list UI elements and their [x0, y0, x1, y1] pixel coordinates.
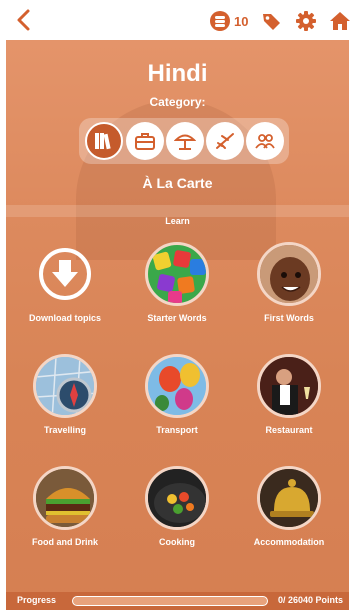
topic-label: Starter Words	[147, 313, 207, 323]
coin-count: 10	[234, 13, 249, 29]
gear-icon[interactable]	[295, 10, 317, 32]
category-travel-button[interactable]	[206, 122, 244, 160]
category-holiday-button[interactable]	[166, 122, 204, 160]
bell-image	[257, 466, 321, 530]
category-books-button[interactable]	[85, 122, 123, 160]
topic-first-words[interactable]: First Words	[234, 242, 344, 342]
language-title: Hindi	[147, 60, 208, 87]
category-label: Category:	[149, 95, 206, 109]
topic-label: Restaurant	[265, 425, 313, 435]
home-icon[interactable]	[329, 10, 351, 32]
wok-image	[145, 466, 209, 530]
topic-accommodation[interactable]: Accommodation	[234, 466, 344, 566]
topic-label: First Words	[264, 313, 314, 323]
airplane-icon	[216, 133, 234, 149]
people-icon	[255, 134, 275, 149]
section-label: Learn	[165, 216, 190, 226]
tag-icon[interactable]	[260, 10, 282, 32]
coin-stack-icon	[210, 11, 230, 31]
coin-balance[interactable]: 10	[210, 10, 248, 32]
top-bar: 10	[0, 0, 355, 40]
category-people-button[interactable]	[246, 122, 284, 160]
category-selector	[79, 118, 289, 164]
baby-image	[257, 242, 321, 306]
topic-transport[interactable]: Transport	[122, 354, 232, 454]
letters-image	[145, 242, 209, 306]
topic-label: Travelling	[43, 425, 87, 435]
topic-label: Download topics	[29, 313, 101, 323]
briefcase-icon	[135, 133, 155, 150]
burger-image	[33, 466, 97, 530]
progress-footer: Progress 0/ 26040 Points	[6, 592, 349, 610]
topic-label: Transport	[156, 425, 198, 435]
waiter-image	[257, 354, 321, 418]
topic-label: Food and Drink	[32, 537, 98, 547]
points-text: 0/ 26040 Points	[278, 595, 344, 605]
compass-map-image	[33, 354, 97, 418]
main-panel: Hindi Category: À La Carte Learn Downloa…	[6, 40, 349, 610]
hot-air-balloons-image	[145, 354, 209, 418]
progress-track	[72, 596, 268, 606]
topic-restaurant[interactable]: Restaurant	[234, 354, 344, 454]
download-icon	[39, 248, 91, 300]
topic-label: Cooking	[159, 537, 195, 547]
download-circle	[33, 242, 97, 306]
beach-umbrella-icon	[174, 134, 196, 150]
topic-download[interactable]: Download topics	[10, 242, 120, 342]
topic-cooking[interactable]: Cooking	[122, 466, 232, 566]
category-business-button[interactable]	[126, 122, 164, 160]
topic-label: Accommodation	[253, 537, 325, 547]
topic-starter-words[interactable]: Starter Words	[122, 242, 232, 342]
books-icon	[95, 133, 111, 150]
progress-label: Progress	[17, 595, 57, 605]
topic-travelling[interactable]: Travelling	[10, 354, 120, 454]
back-arrow-icon[interactable]	[12, 8, 36, 32]
topic-food-and-drink[interactable]: Food and Drink	[10, 466, 120, 566]
subcategory-title: À La Carte	[142, 175, 213, 191]
